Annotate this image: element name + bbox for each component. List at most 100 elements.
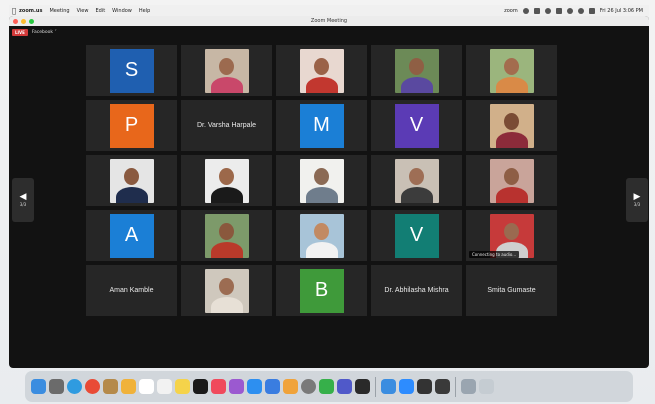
- dock-notes-brown-icon[interactable]: [103, 379, 118, 394]
- status-spotlight-icon[interactable]: [577, 7, 584, 14]
- dock-calendar-icon[interactable]: [139, 379, 154, 394]
- chevron-right-icon: ▶: [633, 192, 641, 202]
- participant-figure-body: [305, 241, 338, 258]
- participant-video: [204, 48, 249, 93]
- status-battery-icon[interactable]: [555, 7, 562, 14]
- dock-settings-icon[interactable]: [301, 379, 316, 394]
- menu-app-name[interactable]: zoom.us: [19, 8, 42, 14]
- dock-podcasts-icon[interactable]: [229, 379, 244, 394]
- menu-status-area: zoom Fri 26 Jul 3:06 PM: [504, 7, 649, 14]
- participant-tile[interactable]: P: [86, 100, 177, 151]
- participant-figure-body: [305, 186, 338, 203]
- dock-pages-icon[interactable]: [283, 379, 298, 394]
- dock-zoom-icon[interactable]: [399, 379, 414, 394]
- dock-finder-icon[interactable]: [31, 379, 46, 394]
- participant-tile[interactable]: Smita Gumaste: [466, 265, 557, 316]
- dock-reminders-icon[interactable]: [157, 379, 172, 394]
- participant-tile[interactable]: Connecting to audio...: [466, 210, 557, 261]
- participant-tile[interactable]: M: [276, 100, 367, 151]
- mac-dock: [25, 371, 633, 402]
- participant-figure-head: [409, 57, 424, 75]
- dock-numbers-icon[interactable]: [319, 379, 334, 394]
- window-title-bar: Zoom Meeting: [9, 16, 649, 26]
- next-page-button[interactable]: ▶ 3/3: [626, 178, 648, 222]
- stream-target-dropdown[interactable]: Facebook ˅: [32, 30, 57, 35]
- dock-notes-icon[interactable]: [175, 379, 190, 394]
- participant-figure-body: [115, 186, 148, 203]
- dock-launchpad-icon[interactable]: [49, 379, 64, 394]
- dock-separator: [375, 376, 376, 397]
- gallery-grid: S P Dr. Varsha Harpale M V A V Connecting to au…: [86, 45, 564, 316]
- apple-menu-icon[interactable]: : [9, 7, 19, 15]
- participant-name: Smita Gumaste: [487, 287, 536, 294]
- participant-tile[interactable]: [276, 155, 367, 206]
- stream-bar: LIVE Facebook ˅: [9, 26, 649, 38]
- status-sound-icon[interactable]: [544, 7, 551, 14]
- status-moon-icon[interactable]: [522, 7, 529, 14]
- dock-app-store-icon[interactable]: [247, 379, 262, 394]
- menu-edit[interactable]: Edit: [95, 8, 105, 14]
- previous-page-count: 3/3: [19, 202, 27, 207]
- dock-chrome-icon[interactable]: [85, 379, 100, 394]
- participant-initial-avatar: M: [299, 103, 344, 148]
- live-badge[interactable]: LIVE: [12, 28, 28, 36]
- dock-trash-icon[interactable]: [479, 379, 494, 394]
- dock-preview-icon[interactable]: [381, 379, 396, 394]
- status-zoom-label[interactable]: zoom: [504, 8, 518, 14]
- participant-tile[interactable]: [371, 45, 462, 96]
- menu-clock[interactable]: Fri 26 Jul 3:06 PM: [600, 8, 643, 14]
- participant-tile[interactable]: [86, 155, 177, 206]
- connecting-audio-label: Connecting to audio...: [469, 251, 520, 258]
- participant-figure-body: [400, 186, 433, 203]
- menu-view[interactable]: View: [77, 8, 89, 14]
- participant-figure-head: [314, 57, 329, 75]
- participant-tile[interactable]: [466, 100, 557, 151]
- dock-activity-icon[interactable]: [435, 379, 450, 394]
- menu-window[interactable]: Window: [112, 8, 132, 14]
- dock-monitor-icon[interactable]: [355, 379, 370, 394]
- participant-tile[interactable]: V: [371, 210, 462, 261]
- participant-tile[interactable]: [181, 155, 272, 206]
- participant-tile[interactable]: [466, 155, 557, 206]
- participant-tile[interactable]: A: [86, 210, 177, 261]
- participant-tile[interactable]: [181, 45, 272, 96]
- desktop:  zoom.us Meeting View Edit Window Help …: [0, 0, 655, 404]
- dock-downloads-icon[interactable]: [461, 379, 476, 394]
- participant-video: [204, 268, 249, 313]
- dock-calculator-icon[interactable]: [417, 379, 432, 394]
- dock-safari-icon[interactable]: [67, 379, 82, 394]
- participant-video: [299, 213, 344, 258]
- status-screen-icon[interactable]: [533, 7, 540, 14]
- participant-tile[interactable]: [466, 45, 557, 96]
- participant-tile[interactable]: [276, 210, 367, 261]
- menu-help[interactable]: Help: [139, 8, 150, 14]
- participant-video: [489, 158, 534, 203]
- dock-music-icon[interactable]: [211, 379, 226, 394]
- dock-photos-icon[interactable]: [121, 379, 136, 394]
- dock-teams-icon[interactable]: [337, 379, 352, 394]
- next-page-count: 3/3: [633, 202, 641, 207]
- participant-tile[interactable]: [181, 265, 272, 316]
- participant-figure-head: [314, 222, 329, 240]
- participant-tile[interactable]: [181, 210, 272, 261]
- mac-menu-bar:  zoom.us Meeting View Edit Window Help …: [9, 5, 649, 16]
- status-wifi-icon[interactable]: [566, 7, 573, 14]
- previous-page-button[interactable]: ◀ 3/3: [12, 178, 34, 222]
- dock-keynote-icon[interactable]: [265, 379, 280, 394]
- participant-name: Dr. Varsha Harpale: [196, 122, 256, 129]
- participant-tile[interactable]: [276, 45, 367, 96]
- participant-initial-avatar: S: [109, 48, 154, 93]
- participant-video: [299, 158, 344, 203]
- participant-figure-head: [504, 57, 519, 75]
- participant-tile[interactable]: Dr. Varsha Harpale: [181, 100, 272, 151]
- participant-tile[interactable]: Dr. Abhilasha Mishra: [371, 265, 462, 316]
- participant-tile[interactable]: B: [276, 265, 367, 316]
- participant-tile[interactable]: S: [86, 45, 177, 96]
- menu-meeting[interactable]: Meeting: [49, 8, 69, 14]
- participant-tile[interactable]: V: [371, 100, 462, 151]
- status-control-center-icon[interactable]: [588, 7, 595, 14]
- participant-tile[interactable]: [371, 155, 462, 206]
- participant-tile[interactable]: Aman Kamble: [86, 265, 177, 316]
- dock-tv-icon[interactable]: [193, 379, 208, 394]
- participant-figure-head: [219, 277, 234, 295]
